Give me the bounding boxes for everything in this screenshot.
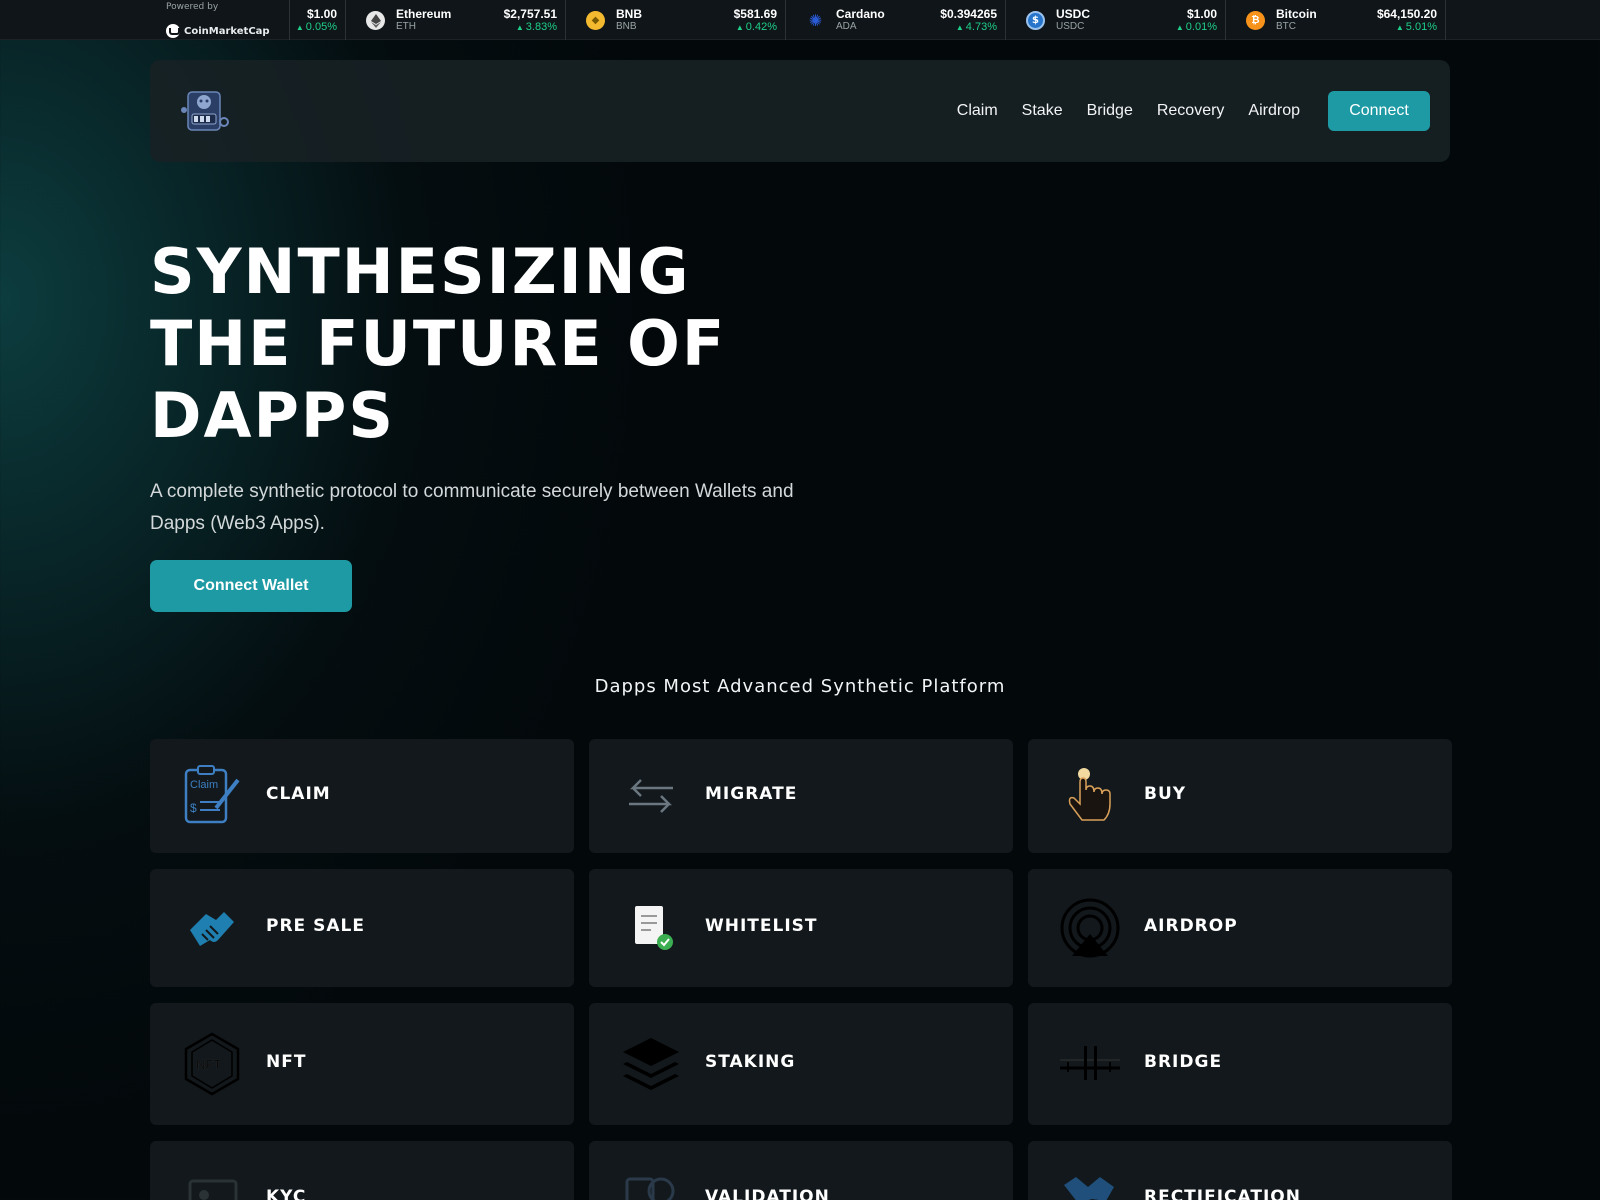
ticker-price: $1.00 xyxy=(306,7,337,21)
cardano-icon: ✺ xyxy=(808,11,823,30)
staking-layers-icon xyxy=(619,1032,683,1096)
ticker-item-btc[interactable]: ₿ Bitcoin BTC $64,150.20 5.01% xyxy=(1226,0,1446,40)
feature-card-label: BUY xyxy=(1144,784,1187,804)
airdrop-signal-icon xyxy=(1058,896,1122,960)
buy-hand-pointer-icon xyxy=(1058,764,1122,828)
ticker-change: 5.01% xyxy=(1396,21,1437,33)
feature-card-bridge[interactable]: BRIDGE xyxy=(1028,1003,1452,1125)
connect-wallet-button[interactable]: Connect Wallet xyxy=(150,560,352,612)
feature-card-label: KYC xyxy=(266,1187,307,1200)
ticker-symbol: USDC xyxy=(1056,21,1085,32)
feature-card-label: NFT xyxy=(266,1052,307,1072)
ticker-price: $64,150.20 xyxy=(1376,7,1437,21)
nft-icon-text: NFT xyxy=(196,1057,221,1072)
section-title: Dapps Most Advanced Synthetic Platform xyxy=(594,676,1006,697)
ticker-price: $0.394265 xyxy=(940,7,997,21)
handshake-icon xyxy=(180,896,244,960)
svg-text:$: $ xyxy=(190,801,197,815)
rectification-gear-icon xyxy=(1058,1173,1122,1200)
ticker-name: USDC xyxy=(1056,7,1091,21)
usdc-icon: $ xyxy=(1026,11,1045,30)
bridge-icon xyxy=(1058,1032,1122,1096)
hero-title-line: SYNTHESIZING xyxy=(150,235,691,308)
claim-clipboard-icon: Claim $ xyxy=(180,764,244,828)
provider-name: CoinMarketCap xyxy=(184,25,270,37)
nav-link-recovery[interactable]: Recovery xyxy=(1157,102,1225,120)
robot-logo-icon xyxy=(181,91,229,131)
ticker-item-stable[interactable]: $1.00 0.05% xyxy=(290,0,346,40)
ticker-change: 0.42% xyxy=(736,21,777,33)
hero-title-line: THE FUTURE OF xyxy=(150,307,727,380)
price-ticker: Powered by CoinMarketCap $1.00 0.05% Eth… xyxy=(0,0,1600,40)
bnb-icon: ◆ xyxy=(586,11,605,30)
ticker-item-bnb[interactable]: ◆ BNB BNB $581.69 0.42% xyxy=(566,0,786,40)
kyc-id-icon xyxy=(180,1177,244,1200)
nav-link-bridge[interactable]: Bridge xyxy=(1087,102,1133,120)
feature-card-label: VALIDATION xyxy=(705,1187,830,1200)
feature-card-label: WHITELIST xyxy=(705,916,818,936)
migrate-arrows-icon xyxy=(619,764,683,828)
feature-card-label: RECTIFICATION xyxy=(1144,1187,1301,1200)
navbar: Claim Stake Bridge Recovery Airdrop Conn… xyxy=(150,60,1450,162)
feature-card-label: AIRDROP xyxy=(1144,916,1238,936)
claim-icon-text: Claim xyxy=(190,779,218,791)
bitcoin-icon: ₿ xyxy=(1246,11,1265,30)
hero-title-line: DAPPS xyxy=(150,379,395,452)
ticker-price: $581.69 xyxy=(733,7,777,21)
ticker-symbol: BTC xyxy=(1276,21,1296,32)
ticker-name: BNB xyxy=(616,7,642,21)
feature-card-label: MIGRATE xyxy=(705,784,798,804)
ticker-item-ada[interactable]: ✺ Cardano ADA $0.394265 4.73% xyxy=(786,0,1006,40)
feature-card-label: BRIDGE xyxy=(1144,1052,1223,1072)
ticker-item-usdc[interactable]: $ USDC USDC $1.00 0.01% xyxy=(1006,0,1226,40)
nav-link-airdrop[interactable]: Airdrop xyxy=(1248,102,1300,120)
ticker-name: Cardano xyxy=(836,7,885,21)
feature-card-label: STAKING xyxy=(705,1052,796,1072)
ticker-change: 4.73% xyxy=(956,21,997,33)
feature-card-claim[interactable]: Claim $ CLAIM xyxy=(150,739,574,853)
ethereum-icon xyxy=(366,11,385,30)
nav-link-stake[interactable]: Stake xyxy=(1022,102,1063,120)
ticker-symbol: ADA xyxy=(836,21,857,32)
feature-card-label: CLAIM xyxy=(266,784,331,804)
feature-card-presale[interactable]: PRE SALE xyxy=(150,869,574,987)
whitelist-document-icon xyxy=(619,896,683,960)
ticker-price: $2,757.51 xyxy=(503,7,557,21)
feature-card-whitelist[interactable]: WHITELIST xyxy=(589,869,1013,987)
ticker-symbol: ETH xyxy=(396,21,416,32)
ticker-item-eth[interactable]: Ethereum ETH $2,757.51 3.83% xyxy=(346,0,566,40)
feature-card-buy[interactable]: BUY xyxy=(1028,739,1452,853)
feature-card-migrate[interactable]: MIGRATE xyxy=(589,739,1013,853)
feature-card-staking[interactable]: STAKING xyxy=(589,1003,1013,1125)
ticker-price: $1.00 xyxy=(1186,7,1217,21)
feature-card-rectification[interactable]: RECTIFICATION xyxy=(1028,1141,1452,1200)
ticker-change: 3.83% xyxy=(516,21,557,33)
hero-title: SYNTHESIZING THE FUTURE OF DAPPS xyxy=(150,236,910,452)
powered-by-label: Powered by xyxy=(166,2,219,12)
ticker-change: 0.01% xyxy=(1176,21,1217,33)
feature-card-nft[interactable]: NFT NFT xyxy=(150,1003,574,1125)
ticker-name: Ethereum xyxy=(396,7,452,21)
validation-icon xyxy=(619,1175,683,1200)
connect-button[interactable]: Connect xyxy=(1328,91,1430,131)
site-logo[interactable] xyxy=(178,84,230,136)
nav-links: Claim Stake Bridge Recovery Airdrop xyxy=(957,60,1300,162)
coinmarketcap-icon xyxy=(166,24,180,38)
hero-subtitle: A complete synthetic protocol to communi… xyxy=(150,481,794,534)
feature-card-validation[interactable]: VALIDATION xyxy=(589,1141,1013,1200)
feature-card-kyc[interactable]: KYC xyxy=(150,1141,574,1200)
feature-card-label: PRE SALE xyxy=(266,916,365,936)
ticker-change: 0.05% xyxy=(296,21,337,33)
feature-card-airdrop[interactable]: AIRDROP xyxy=(1028,869,1452,987)
ticker-symbol: BNB xyxy=(616,21,637,32)
ticker-name: Bitcoin xyxy=(1276,7,1317,21)
nft-hexagon-icon: NFT xyxy=(180,1032,244,1096)
powered-by-block[interactable]: Powered by CoinMarketCap xyxy=(150,0,290,40)
coinmarketcap-logo: CoinMarketCap xyxy=(166,24,270,38)
nav-link-claim[interactable]: Claim xyxy=(957,102,998,120)
